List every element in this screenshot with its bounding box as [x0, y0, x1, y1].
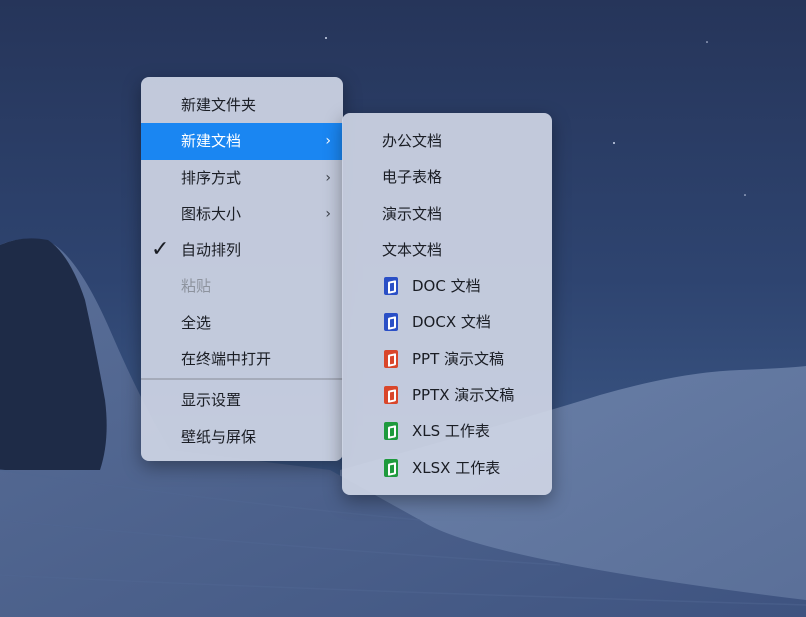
submenu-item-text-document[interactable]: 文本文档: [342, 232, 552, 268]
menu-item-label: 全选: [181, 313, 212, 332]
word-doc-icon: [384, 313, 398, 332]
menu-item-label: PPTX 演示文稿: [412, 386, 515, 405]
menu-item-label: 自动排列: [181, 241, 242, 260]
menu-item-label: XLSX 工作表: [412, 458, 501, 477]
powerpoint-icon: [384, 349, 398, 368]
menu-item-label: 显示设置: [181, 391, 242, 410]
submenu-item-xlsx[interactable]: XLSX 工作表: [342, 450, 552, 486]
menu-item-sort-by[interactable]: 排序方式 ›: [141, 160, 343, 196]
menu-item-select-all[interactable]: 全选: [141, 305, 343, 341]
submenu-item-pptx[interactable]: PPTX 演示文稿: [342, 377, 552, 413]
menu-item-label: 粘贴: [181, 277, 212, 296]
menu-item-label: 办公文档: [382, 132, 443, 150]
menu-item-label: DOCX 文档: [412, 313, 491, 332]
menu-item-label: 文本文档: [382, 240, 443, 259]
menu-item-label: 在终端中打开: [181, 350, 272, 369]
menu-item-paste: 粘贴: [141, 268, 343, 304]
menu-item-open-in-terminal[interactable]: 在终端中打开: [141, 341, 343, 377]
menu-item-label: 演示文档: [382, 204, 443, 223]
menu-item-label: 图标大小: [181, 204, 242, 223]
menu-item-label: DOC 文档: [412, 277, 481, 296]
menu-item-new-folder[interactable]: 新建文件夹: [141, 87, 343, 123]
submenu-item-spreadsheet[interactable]: 电子表格: [342, 159, 552, 195]
word-doc-icon: [384, 277, 398, 296]
menu-item-label: 新建文档: [181, 132, 242, 151]
chevron-right-icon: ›: [325, 205, 331, 222]
menu-item-wallpaper-screensaver[interactable]: 壁纸与屏保: [141, 419, 343, 455]
chevron-right-icon: ›: [325, 133, 331, 150]
desktop-context-menu: 新建文件夹 新建文档 › 排序方式 › 图标大小 › ✓ 自动排列 粘贴 全选 …: [141, 77, 343, 461]
powerpoint-icon: [384, 386, 398, 405]
submenu-item-presentation[interactable]: 演示文档: [342, 196, 552, 232]
menu-item-icon-size[interactable]: 图标大小 ›: [141, 196, 343, 232]
submenu-item-ppt[interactable]: PPT 演示文稿: [342, 341, 552, 377]
menu-item-label: 新建文件夹: [181, 96, 257, 114]
submenu-item-xls[interactable]: XLS 工作表: [342, 413, 552, 449]
checkmark-icon: ✓: [151, 237, 170, 263]
submenu-item-docx[interactable]: DOCX 文档: [342, 304, 552, 340]
menu-item-auto-arrange[interactable]: ✓ 自动排列: [141, 232, 343, 268]
menu-item-new-document[interactable]: 新建文档 ›: [141, 123, 343, 160]
menu-item-label: 电子表格: [382, 168, 443, 187]
menu-item-display-settings[interactable]: 显示设置: [141, 382, 343, 418]
chevron-right-icon: ›: [325, 169, 331, 186]
menu-separator: [141, 378, 343, 381]
menu-item-label: 排序方式: [181, 168, 242, 187]
excel-icon: [384, 422, 398, 441]
submenu-item-office-document[interactable]: 办公文档: [342, 123, 552, 159]
new-document-submenu: 办公文档 电子表格 演示文档 文本文档 DOC 文档 DOCX 文档 PPT 演…: [342, 113, 552, 495]
submenu-item-doc[interactable]: DOC 文档: [342, 268, 552, 304]
menu-item-label: PPT 演示文稿: [412, 349, 505, 368]
excel-icon: [384, 458, 398, 477]
menu-item-label: 壁纸与屏保: [181, 427, 257, 446]
menu-item-label: XLS 工作表: [412, 422, 490, 441]
